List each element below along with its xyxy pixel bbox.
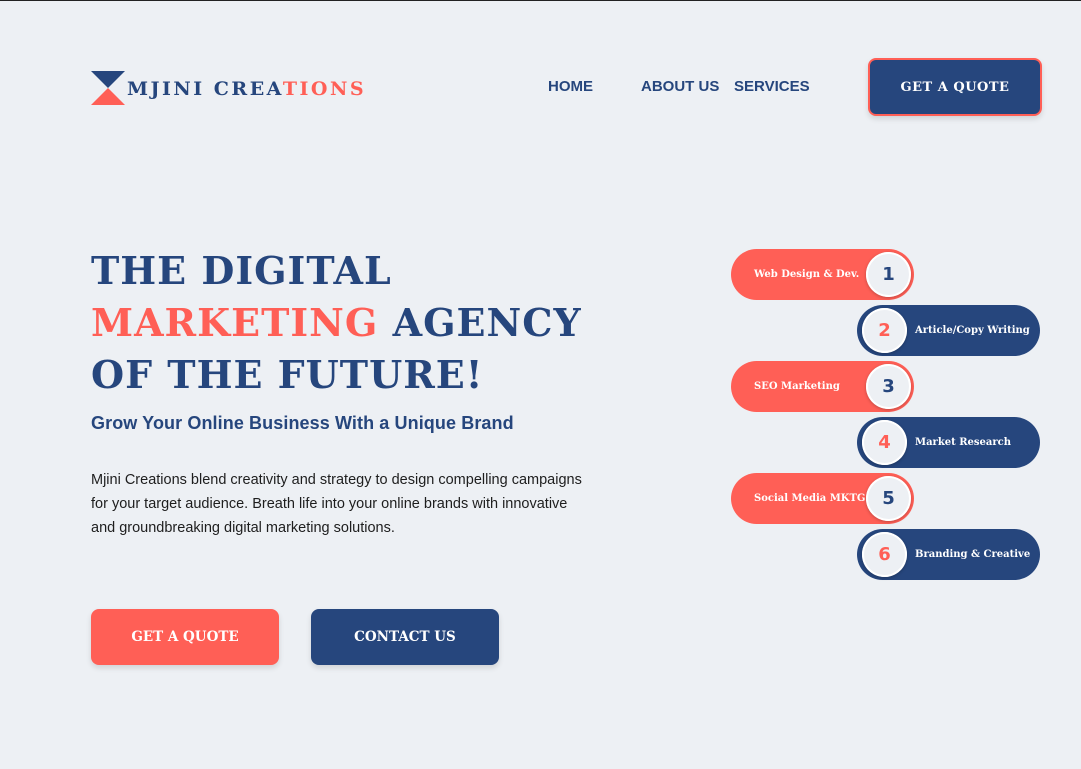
nav-about-us[interactable]: ABOUT US xyxy=(641,78,719,95)
brand-logo[interactable]: MJINI CREATIONS xyxy=(91,71,366,105)
service-item-branding[interactable]: 6 Branding & Creative xyxy=(857,529,1040,580)
hero-title-line2-rest: AGENCY xyxy=(378,300,582,345)
service-number: 2 xyxy=(862,308,907,353)
service-number: 1 xyxy=(866,252,911,297)
hero-contact-us-button[interactable]: CONTACT US xyxy=(311,609,499,665)
service-item-social-media[interactable]: Social Media MKTG 5 xyxy=(731,473,914,524)
service-label: SEO Marketing xyxy=(754,381,840,392)
service-number: 6 xyxy=(862,532,907,577)
service-number: 5 xyxy=(866,476,911,521)
header-get-quote-button[interactable]: GET A QUOTE xyxy=(868,58,1042,116)
service-label: Web Design & Dev. xyxy=(754,269,860,280)
hero-get-quote-button[interactable]: GET A QUOTE xyxy=(91,609,279,665)
service-item-market-research[interactable]: 4 Market Research xyxy=(857,417,1040,468)
hero-title-line2: MARKETING AGENCY xyxy=(91,297,582,349)
hero-subtitle: Grow Your Online Business With a Unique … xyxy=(91,413,514,433)
service-label: Branding & Creative xyxy=(915,549,1031,560)
hero-title-line1: THE DIGITAL xyxy=(91,248,392,293)
service-label: Market Research xyxy=(915,437,1011,448)
hero-description: Mjini Creations blend creativity and str… xyxy=(91,472,582,536)
service-label: Social Media MKTG xyxy=(754,493,866,504)
hero-title: THE DIGITAL MARKETING AGENCY OF THE FUTU… xyxy=(91,245,582,401)
nav-home[interactable]: HOME xyxy=(548,78,593,95)
brand-name-part1: MJINI CREA xyxy=(127,78,283,100)
service-number: 4 xyxy=(862,420,907,465)
brand-name: MJINI CREATIONS xyxy=(127,78,366,100)
logo-mark-icon xyxy=(91,71,125,105)
service-item-copy-writing[interactable]: 2 Article/Copy Writing xyxy=(857,305,1040,356)
brand-name-part2: TIONS xyxy=(282,78,367,100)
service-item-seo-marketing[interactable]: SEO Marketing 3 xyxy=(731,361,914,412)
service-number: 3 xyxy=(866,364,911,409)
service-item-web-design[interactable]: Web Design & Dev. 1 xyxy=(731,249,914,300)
hero-title-line3: OF THE FUTURE! xyxy=(91,352,484,397)
nav-services[interactable]: SERVICES xyxy=(734,78,810,95)
hero-title-accent: MARKETING xyxy=(91,300,379,345)
service-label: Article/Copy Writing xyxy=(915,325,1030,336)
